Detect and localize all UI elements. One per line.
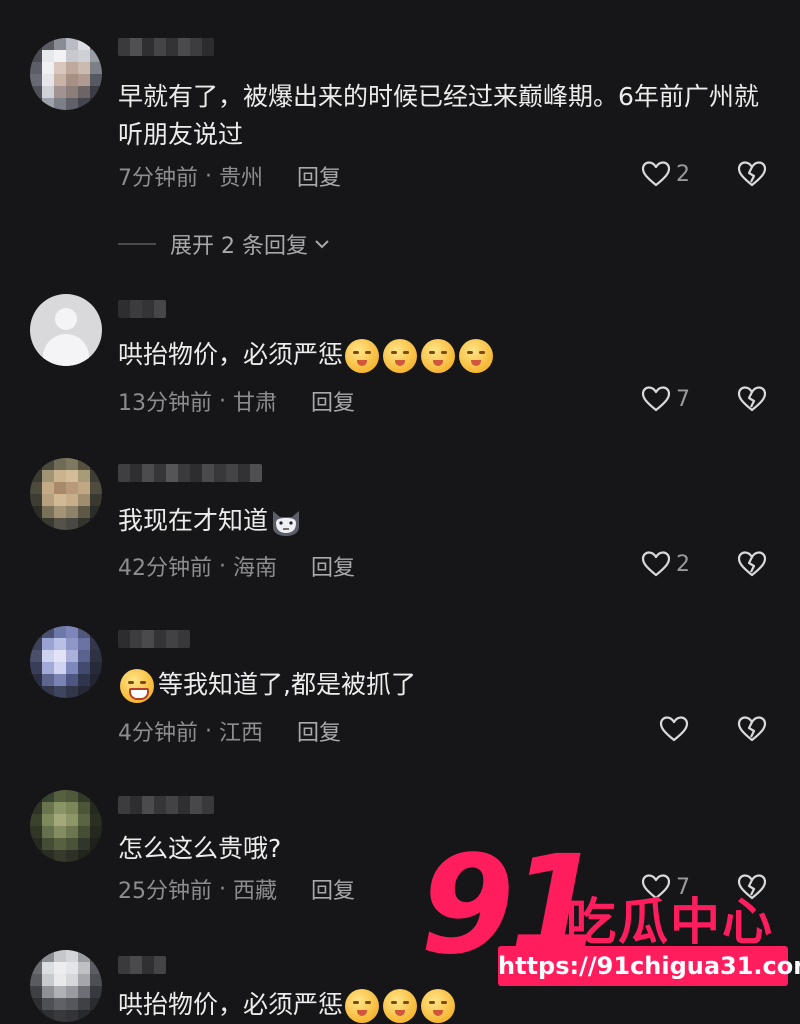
dislike-button[interactable] xyxy=(736,158,768,194)
comment-text: 早就有了，被爆出来的时候已经过来巅峰期。6年前广州就听朋友说过 xyxy=(118,82,759,149)
comment-meta: 25分钟前 · 西藏 回复 xyxy=(118,873,355,905)
avatar[interactable] xyxy=(30,294,102,366)
divider-line xyxy=(118,243,156,245)
like-count: 2 xyxy=(676,161,690,187)
avatar[interactable] xyxy=(30,626,102,698)
comment-meta: 42分钟前 · 海南 回复 xyxy=(118,550,355,582)
avatar[interactable] xyxy=(30,458,102,530)
comment-text-content: 我现在才知道 xyxy=(118,506,269,535)
heart-icon xyxy=(641,551,671,577)
expand-replies[interactable]: 展开 2 条回复 xyxy=(118,228,332,260)
reply-button[interactable]: 回复 xyxy=(311,550,355,582)
username-blurred[interactable] xyxy=(118,796,214,814)
comment-time: 7分钟前 xyxy=(118,166,198,191)
drool-emoji-icon xyxy=(383,989,418,1023)
broken-heart-icon xyxy=(737,551,767,577)
dislike-button[interactable] xyxy=(736,713,768,749)
drool-emoji-icon xyxy=(345,339,380,373)
like-count: 7 xyxy=(676,386,690,412)
avatar[interactable] xyxy=(30,950,102,1022)
comment-time: 13分钟前 xyxy=(118,391,212,416)
username-blurred[interactable] xyxy=(118,630,190,648)
comment-time: 42分钟前 xyxy=(118,556,212,581)
reply-button[interactable]: 回复 xyxy=(297,715,341,747)
like-count: 2 xyxy=(676,551,690,577)
heart-icon xyxy=(641,386,671,412)
username-blurred[interactable] xyxy=(118,464,262,482)
comment-text-content: 等我知道了,都是被抓了 xyxy=(158,670,416,699)
comment-text-content: 哄抬物价，必须严惩 xyxy=(118,340,344,369)
heart-icon xyxy=(641,161,671,187)
comment-location: 西藏 xyxy=(232,879,277,904)
drool-emoji-icon xyxy=(383,339,418,373)
expand-replies-label: 展开 2 条回复 xyxy=(170,234,308,259)
broken-heart-icon xyxy=(737,386,767,412)
dislike-button[interactable] xyxy=(736,383,768,419)
chevron-down-icon xyxy=(315,240,329,249)
watermark-url: https://91chigua31.com xyxy=(498,946,800,986)
comment-meta: 7分钟前 · 贵州 回复 xyxy=(118,160,341,192)
comment-location: 贵州 xyxy=(218,166,263,191)
like-button[interactable]: 2 xyxy=(640,158,690,190)
comment-text-content: 哄抬物价，必须严惩 xyxy=(118,990,344,1019)
drool-emoji-icon xyxy=(459,339,494,373)
comment-meta: 4分钟前 · 江西 回复 xyxy=(118,715,341,747)
comment-time: 4分钟前 xyxy=(118,721,198,746)
heart-icon xyxy=(659,716,689,742)
drool-emoji-icon xyxy=(345,989,380,1023)
comment-location: 甘肃 xyxy=(232,391,277,416)
comment-time: 25分钟前 xyxy=(118,879,212,904)
watermark-name: 吃瓜中心 xyxy=(566,893,774,951)
default-avatar-icon xyxy=(30,294,102,366)
broken-heart-icon xyxy=(737,161,767,187)
reply-button[interactable]: 回复 xyxy=(297,160,341,192)
username-blurred[interactable] xyxy=(118,956,166,974)
comment-location: 江西 xyxy=(218,721,263,746)
username-blurred[interactable] xyxy=(118,300,166,318)
cat-emoji-icon xyxy=(273,511,300,536)
comment-location: 海南 xyxy=(232,556,277,581)
reply-button[interactable]: 回复 xyxy=(311,873,355,905)
drool-emoji-icon xyxy=(421,339,456,373)
comment-meta: 13分钟前 · 甘肃 回复 xyxy=(118,385,355,417)
site-watermark-logo: 91 吃瓜中心 https://91chigua31.com xyxy=(420,838,800,1008)
comment-text: 哄抬物价，必须严惩 xyxy=(118,336,768,374)
grinning-sweat-emoji-icon xyxy=(120,669,154,703)
avatar[interactable] xyxy=(30,38,102,110)
reply-button[interactable]: 回复 xyxy=(311,385,355,417)
comment-text: 我现在才知道 xyxy=(118,502,768,540)
comment-text: 等我知道了,都是被抓了 xyxy=(118,666,768,704)
avatar[interactable] xyxy=(30,790,102,862)
username-blurred[interactable] xyxy=(118,38,214,56)
broken-heart-icon xyxy=(737,716,767,742)
like-button[interactable]: 7 xyxy=(640,383,690,415)
like-button[interactable] xyxy=(658,713,690,745)
dislike-button[interactable] xyxy=(736,548,768,584)
like-button[interactable]: 2 xyxy=(640,548,690,580)
